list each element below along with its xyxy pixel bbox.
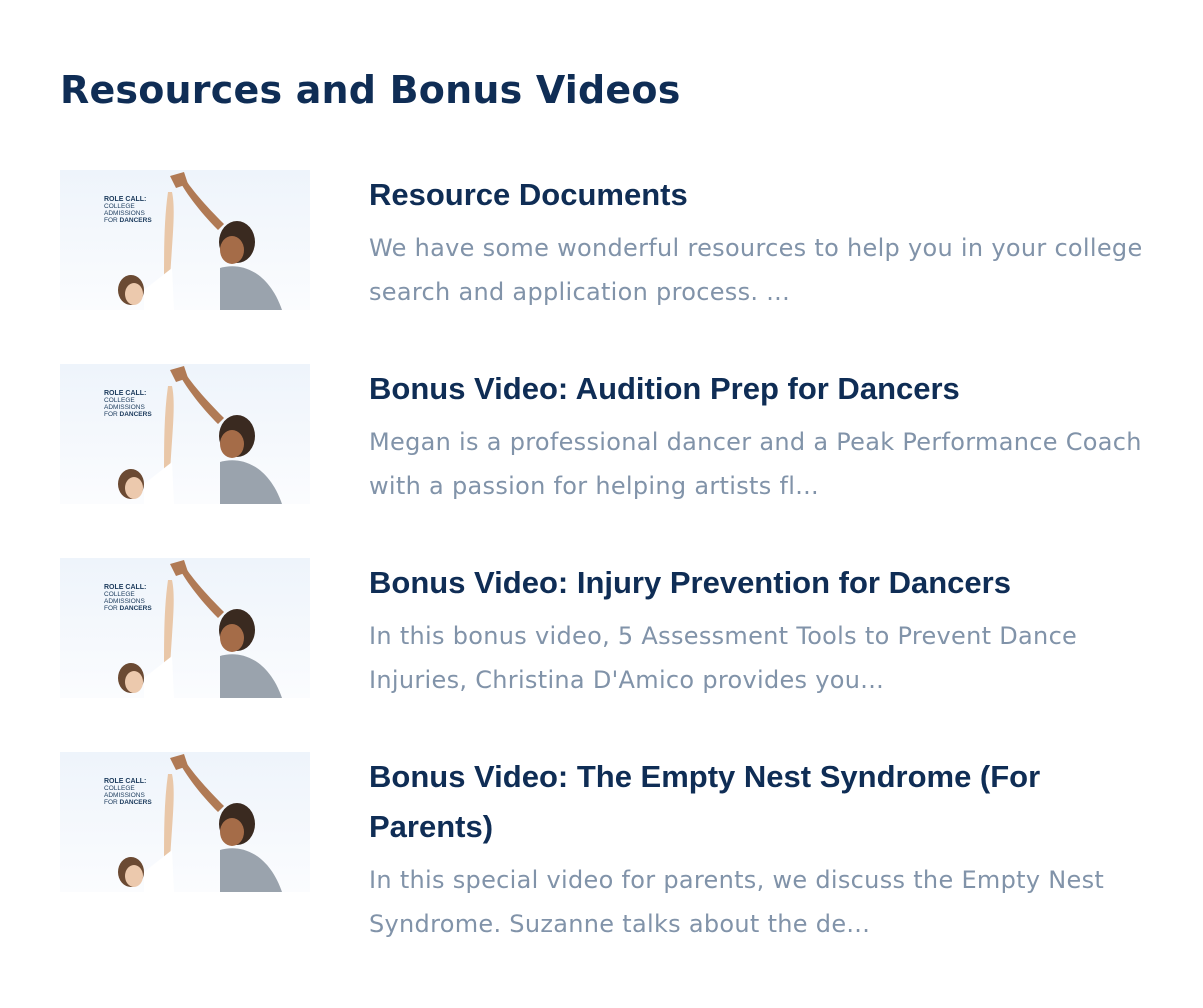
thumbnail-text: COLLEGE — [104, 203, 135, 210]
thumbnail-graphic: ROLE CALL: COLLEGE ADMISSIONS FOR DANCER… — [60, 558, 310, 698]
page-title: Resources and Bonus Videos — [60, 68, 681, 112]
thumbnail-image[interactable]: ROLE CALL: COLLEGE ADMISSIONS FOR DANCER… — [60, 558, 310, 698]
item-description: In this bonus video, 5 Assessment Tools … — [369, 622, 1078, 694]
item-text: Bonus Video: Injury Prevention for Dance… — [369, 558, 1154, 702]
thumbnail-text: FOR DANCERS — [104, 799, 152, 806]
item-description: Megan is a professional dancer and a Pea… — [369, 428, 1142, 500]
resource-item-resource-documents[interactable]: ROLE CALL: COLLEGE ADMISSIONS FOR DANCER… — [60, 170, 1150, 320]
thumbnail-image[interactable]: ROLE CALL: COLLEGE ADMISSIONS FOR DANCER… — [60, 170, 310, 310]
thumbnail-graphic: ROLE CALL: COLLEGE ADMISSIONS FOR DANCER… — [60, 170, 310, 310]
thumbnail-text: ADMISSIONS — [104, 792, 145, 799]
thumbnail-text: ADMISSIONS — [104, 598, 145, 605]
thumbnail-graphic: ROLE CALL: COLLEGE ADMISSIONS FOR DANCER… — [60, 364, 310, 504]
thumbnail-text: ROLE CALL: — [104, 778, 146, 785]
thumbnail-text: COLLEGE — [104, 591, 135, 598]
thumbnail-text: COLLEGE — [104, 397, 135, 404]
thumbnail-text: FOR DANCERS — [104, 605, 152, 612]
thumbnail-text: FOR DANCERS — [104, 217, 152, 224]
thumbnail-text: ROLE CALL: — [104, 584, 146, 591]
resource-item-audition-prep[interactable]: ROLE CALL: COLLEGE ADMISSIONS FOR DANCER… — [60, 364, 1150, 514]
thumbnail-text: COLLEGE — [104, 785, 135, 792]
item-text: Bonus Video: The Empty Nest Syndrome (Fo… — [369, 752, 1154, 946]
item-title-link[interactable]: Bonus Video: The Empty Nest Syndrome (Fo… — [369, 752, 1154, 852]
item-description: In this special video for parents, we di… — [369, 866, 1105, 938]
item-description: We have some wonderful resources to help… — [369, 234, 1143, 306]
thumbnail-text: FOR DANCERS — [104, 411, 152, 418]
resource-item-injury-prevention[interactable]: ROLE CALL: COLLEGE ADMISSIONS FOR DANCER… — [60, 558, 1150, 708]
item-title-link[interactable]: Resource Documents — [369, 170, 1154, 220]
thumbnail-text: ADMISSIONS — [104, 404, 145, 411]
item-text: Bonus Video: Audition Prep for Dancers M… — [369, 364, 1154, 508]
item-title-link[interactable]: Bonus Video: Injury Prevention for Dance… — [369, 558, 1154, 608]
thumbnail-text: ROLE CALL: — [104, 196, 146, 203]
thumbnail-graphic: ROLE CALL: COLLEGE ADMISSIONS FOR DANCER… — [60, 752, 310, 892]
thumbnail-text: ROLE CALL: — [104, 390, 146, 397]
resource-item-empty-nest[interactable]: ROLE CALL: COLLEGE ADMISSIONS FOR DANCER… — [60, 752, 1150, 952]
thumbnail-image[interactable]: ROLE CALL: COLLEGE ADMISSIONS FOR DANCER… — [60, 752, 310, 892]
thumbnail-image[interactable]: ROLE CALL: COLLEGE ADMISSIONS FOR DANCER… — [60, 364, 310, 504]
thumbnail-text: ADMISSIONS — [104, 210, 145, 217]
item-text: Resource Documents We have some wonderfu… — [369, 170, 1154, 314]
item-title-link[interactable]: Bonus Video: Audition Prep for Dancers — [369, 364, 1154, 414]
